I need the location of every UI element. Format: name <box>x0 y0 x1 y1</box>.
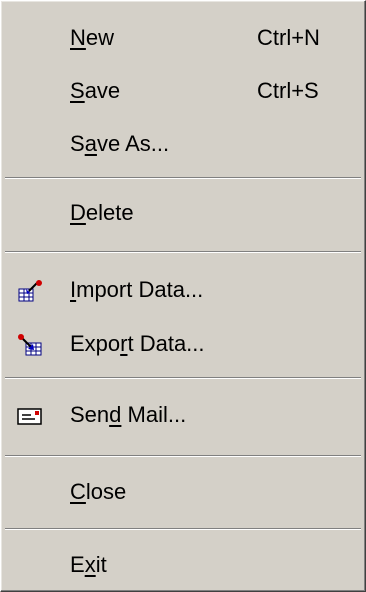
menu-item-export-data-label: Export Data... <box>70 331 205 356</box>
file-menu: New Ctrl+N Save Ctrl+S Save As... Delete… <box>0 0 366 592</box>
menu-item-save-as[interactable]: Save As... <box>1 125 365 165</box>
menu-separator <box>5 177 361 179</box>
menu-item-import-data[interactable]: Import Data... <box>1 271 365 311</box>
menu-item-delete-label: Delete <box>70 200 134 225</box>
menu-item-send-mail[interactable]: Send Mail... <box>1 396 365 436</box>
menu-item-save-as-label: Save As... <box>70 131 170 156</box>
menu-item-new-label: New <box>70 25 115 50</box>
menu-item-exit[interactable]: Exit <box>1 546 365 586</box>
menu-item-import-data-label: Import Data... <box>70 277 204 302</box>
menu-item-close-label: Close <box>70 479 127 504</box>
menu-item-save[interactable]: Save Ctrl+S <box>1 72 365 112</box>
menu-item-new-shortcut: Ctrl+N <box>257 25 320 50</box>
menu-item-send-mail-label: Send Mail... <box>70 402 187 427</box>
menu-item-exit-label: Exit <box>70 552 107 577</box>
mail-icon <box>17 404 43 428</box>
export-data-icon <box>17 333 43 357</box>
menu-item-save-shortcut: Ctrl+S <box>257 78 319 103</box>
menu-item-new[interactable]: New Ctrl+N <box>1 19 365 59</box>
menu-separator <box>5 251 361 253</box>
menu-item-save-label: Save <box>70 78 121 103</box>
menu-separator <box>5 455 361 457</box>
menu-item-close[interactable]: Close <box>1 473 365 513</box>
menu-item-export-data[interactable]: Export Data... <box>1 325 365 365</box>
menu-separator <box>5 528 361 530</box>
menu-separator <box>5 377 361 379</box>
import-data-icon <box>17 279 43 303</box>
menu-item-delete[interactable]: Delete <box>1 194 365 234</box>
